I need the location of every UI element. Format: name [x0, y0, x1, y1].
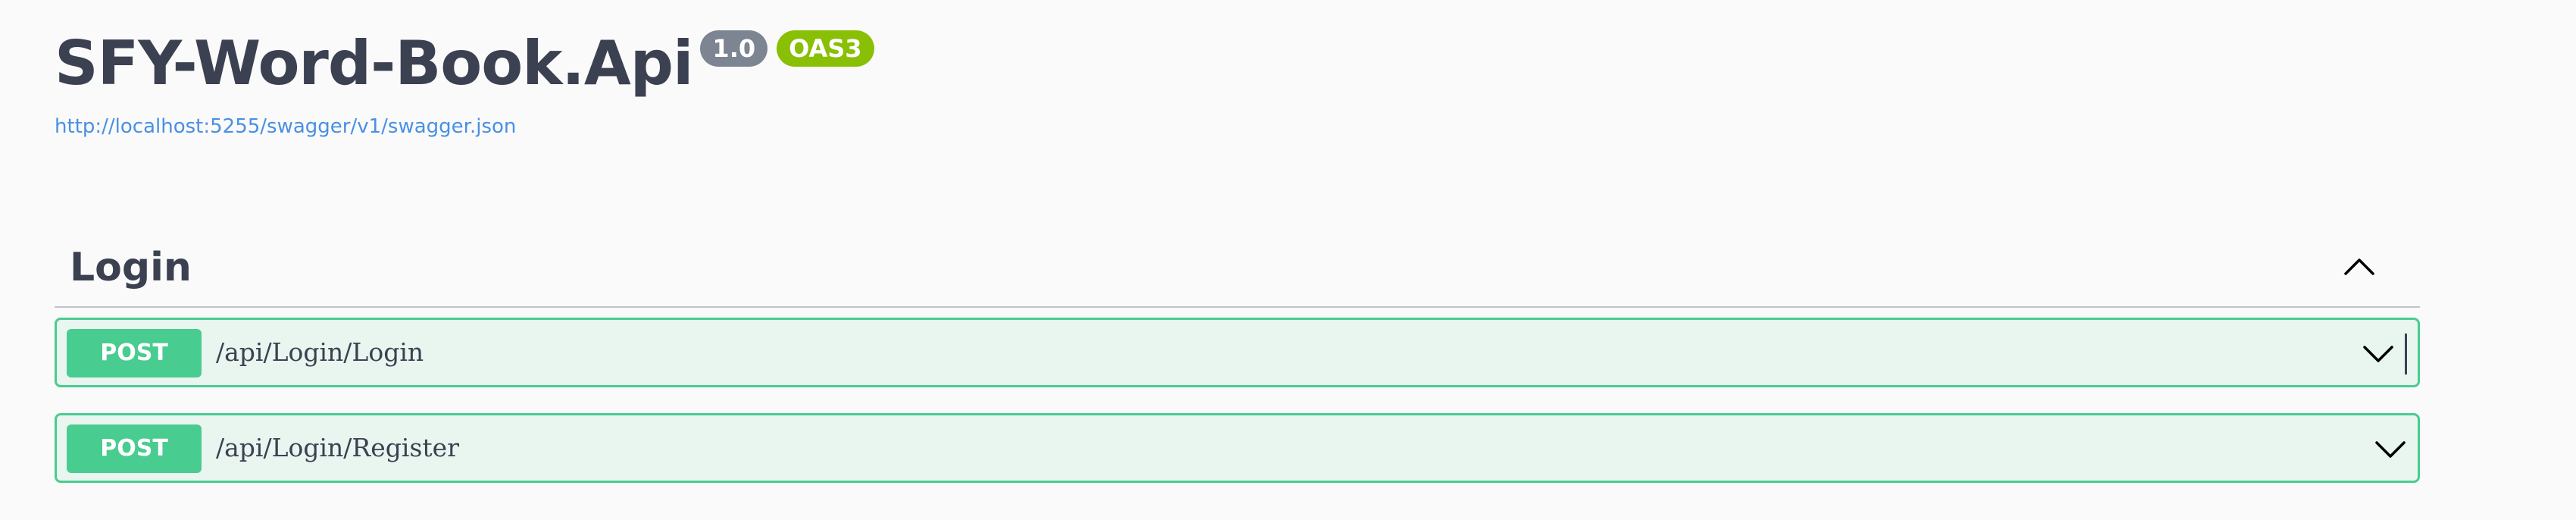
spec-url-link[interactable]: http://localhost:5255/swagger/v1/swagger…	[55, 115, 874, 138]
title-row: SFY-Word-Book.Api 1.0 OAS3	[55, 21, 874, 106]
version-badge: 1.0	[700, 30, 768, 67]
operation-path: /api/Login/Login	[216, 337, 424, 367]
operation-path: /api/Login/Register	[216, 433, 459, 462]
tag-section-login: Login POST /api/Login/Login POST /api/Lo…	[55, 227, 2420, 483]
chevron-up-icon[interactable]	[2343, 250, 2376, 283]
method-badge-post: POST	[67, 424, 202, 473]
chevron-down-icon[interactable]	[2374, 434, 2407, 464]
tag-header-login[interactable]: Login	[55, 227, 2420, 308]
api-title: SFY-Word-Book.Api	[55, 28, 693, 99]
tag-name: Login	[70, 245, 192, 290]
chevron-down-icon[interactable]	[2362, 338, 2395, 368]
oas-badge: OAS3	[777, 30, 874, 67]
api-info: SFY-Word-Book.Api 1.0 OAS3 http://localh…	[55, 21, 874, 138]
operation-post-register[interactable]: POST /api/Login/Register	[55, 413, 2420, 483]
method-badge-post: POST	[67, 329, 202, 377]
operation-post-login[interactable]: POST /api/Login/Login	[55, 318, 2420, 387]
text-cursor	[2405, 334, 2407, 374]
